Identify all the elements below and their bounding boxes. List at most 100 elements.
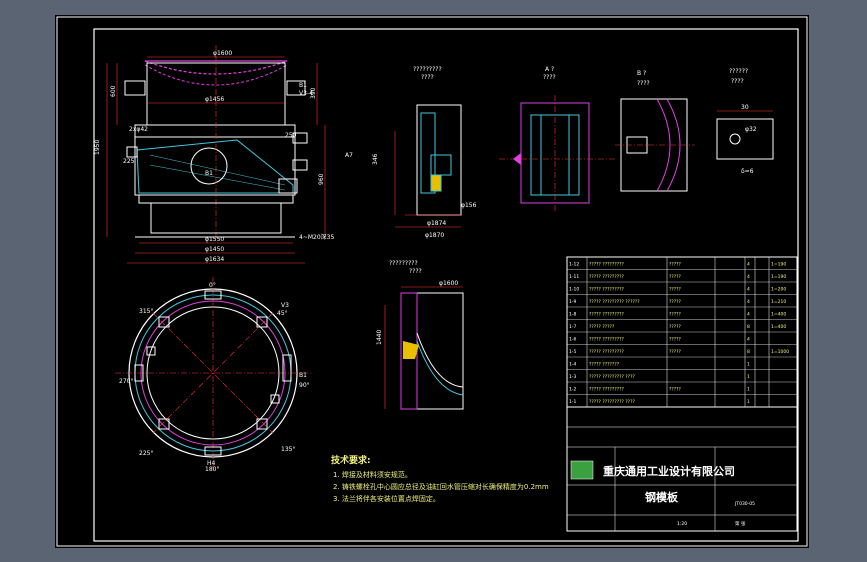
angle-315: 315° xyxy=(139,308,153,315)
angle-90: 90° xyxy=(299,382,310,389)
dim-upper: 600 xyxy=(110,85,117,97)
dim-225: 225 xyxy=(123,158,135,165)
bom-cell: 4 xyxy=(747,274,750,280)
section1-label: A7 xyxy=(345,152,353,159)
angle-270: 270° xyxy=(119,378,133,385)
bom-cell: ????? xyxy=(669,261,682,267)
weld-dim-1: φ1600 xyxy=(439,280,458,287)
sectionB-sub: ???? xyxy=(637,80,650,87)
drawing-scale: 1:20 xyxy=(677,521,687,527)
bom-cell: 4 xyxy=(747,336,750,342)
bom-cell: 1 xyxy=(747,361,750,367)
label-holes: 2xφ42 xyxy=(129,126,148,133)
bom-cell: 1-4 xyxy=(569,361,576,367)
section-view-b: B ? ???? xyxy=(615,70,695,192)
sectionA-sub: ???? xyxy=(543,74,556,81)
dim-height: 1950 xyxy=(94,140,101,155)
bom-cell: ????? ??????? xyxy=(589,361,620,367)
bom-cell: ????? ????????? xyxy=(589,386,624,392)
weld-title: ????????? xyxy=(389,260,418,267)
angle-225: 225° xyxy=(139,450,153,457)
product-name: 钢模板 xyxy=(645,490,679,504)
tech-title: 技术要求: xyxy=(331,454,371,466)
bom-cell: 1=190 xyxy=(771,261,786,267)
plate-dim-2: φ32 xyxy=(745,126,757,133)
section1-sub: ???? xyxy=(421,74,434,81)
drawing-sheet: B1 φ1600 φ1456 φ1550 φ1450 φ1634 1950 60… xyxy=(55,15,809,548)
bom-cell: 8 xyxy=(747,349,750,355)
label-v34b: V3-4 xyxy=(299,90,313,97)
dim-250: 250 xyxy=(285,132,297,139)
dim-inner-dia: φ1456 xyxy=(205,96,224,103)
bom-cell: 1=400 xyxy=(771,311,786,317)
tech-item-2: 2. 铸铁螺栓孔中心圆应总径及油缸回水管压缩对长确保精度为0.2mm xyxy=(333,482,549,491)
bom-cell: 1 xyxy=(747,374,750,380)
label-tapped: 4~M20深35 xyxy=(299,233,334,241)
bom-cell: ????? ????????? ???? xyxy=(589,399,635,405)
dim-base-2: φ1450 xyxy=(205,246,224,253)
section-view-a: A ? ???? xyxy=(499,66,615,211)
svg-text:B1: B1 xyxy=(205,170,213,177)
bom-cell: ????? ????????? xyxy=(589,274,624,280)
bom-cell: ????? ????????? xyxy=(589,286,624,292)
section-view-plate: ?????? ???? 30 φ32 δ=6 xyxy=(716,68,774,175)
bom-cell: 1-9 xyxy=(569,299,576,305)
bom-rows: 1-12 ????? ?????????????? 4 1=190 1-11 ????? … xyxy=(567,261,797,408)
section-view-1: ????????? ???? φ1874 φ1870 φ156 346 A7 xyxy=(345,66,477,239)
bom-cell: ????? ????????? xyxy=(589,261,624,267)
bom-cell: ????? xyxy=(669,336,682,342)
bom-cell: 4 xyxy=(747,261,750,267)
bom-cell: ????? ????????? ?????? xyxy=(589,299,640,305)
company-logo xyxy=(570,460,594,480)
bom-cell: ????? xyxy=(669,311,682,317)
section1-dim-a: φ1874 xyxy=(427,220,446,227)
dim-right-2: 960 xyxy=(318,173,325,185)
drawing-code: JT030-05 xyxy=(734,501,755,507)
plate-dim-1: 30 xyxy=(741,104,749,111)
section1-title: ????????? xyxy=(413,66,442,73)
bom-cell: ????? xyxy=(669,286,682,292)
company-name: 重庆通用工业设计有限公司 xyxy=(603,464,735,478)
drawing-sheet-no: 第 张 xyxy=(735,520,746,527)
bom-cell: 1-2 xyxy=(569,386,576,392)
bom-cell: ????? xyxy=(669,386,682,392)
bom-cell: 1-10 xyxy=(569,286,579,292)
angle-0: 0° xyxy=(209,282,216,289)
weld-sub: ???? xyxy=(409,268,422,275)
bom-cell: 1=210 xyxy=(771,299,786,305)
dim-outer-dia: φ1600 xyxy=(213,50,232,57)
label-v34: B1 xyxy=(299,82,307,89)
weld-detail: ????????? ???? φ1600 1440 xyxy=(376,260,464,410)
front-view: B1 xyxy=(106,45,326,264)
label-v3: V3 xyxy=(281,302,289,309)
bom-cell: 1=400 xyxy=(771,324,786,330)
bom-cell: 1-6 xyxy=(569,336,576,342)
bom-cell: ????? ????????? xyxy=(589,349,624,355)
bom-cell: 1=200 xyxy=(771,286,786,292)
label-h4: H4 xyxy=(207,460,216,467)
bom-cell: 1 xyxy=(747,386,750,392)
tech-item-3: 3. 法兰将伴各安装位置点焊固定。 xyxy=(333,494,440,503)
bom-cell: 1-11 xyxy=(569,274,579,280)
bom-cell: 1-7 xyxy=(569,324,576,330)
bom-cell: 4 xyxy=(747,299,750,305)
bom-cell: 1 xyxy=(747,399,750,405)
bom-cell: 4 xyxy=(747,311,750,317)
angle-180: 180° xyxy=(205,466,219,473)
sectionB-title: B ? xyxy=(637,70,646,77)
angle-135: 135° xyxy=(281,446,295,453)
bom-cell: ????? xyxy=(669,274,682,280)
plate-dim-3: δ=6 xyxy=(741,168,754,175)
weld-dim-2: 1440 xyxy=(376,330,383,345)
bom-cell: 8 xyxy=(747,324,750,330)
bom-cell: ????? xyxy=(669,349,682,355)
bom-cell: 4 xyxy=(747,286,750,292)
section1-dim-d: 346 xyxy=(372,153,379,165)
bom-cell: ????? xyxy=(669,324,682,330)
tech-requirements: 技术要求: 1. 焊接及材料须安规范。 2. 铸铁螺栓孔中心圆应总径及油缸回水管… xyxy=(331,454,549,503)
bom-cell: 1-3 xyxy=(569,374,576,380)
bom-cell: 1-12 xyxy=(569,261,579,267)
bom-cell: ????? ????? xyxy=(589,324,615,330)
bom-cell: 1-8 xyxy=(569,311,576,317)
section1-dim-b: φ1870 xyxy=(425,232,444,239)
